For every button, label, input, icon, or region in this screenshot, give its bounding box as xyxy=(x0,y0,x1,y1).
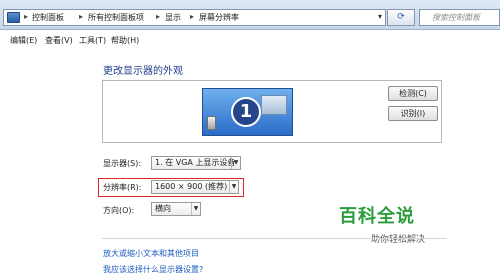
display-label: 显示器(S): xyxy=(103,159,142,168)
breadcrumb-all-items[interactable]: 所有控制面板项 xyxy=(88,12,144,23)
search-input[interactable]: 搜索控制面板 xyxy=(419,9,500,26)
resolution-select-value: 1600 × 900 (推荐) xyxy=(155,182,228,191)
chevron-down-icon[interactable]: ▼ xyxy=(191,203,200,215)
watermark-title: 百科全说 xyxy=(339,206,415,227)
address-bar-area: ▸ 控制面板 ▸ 所有控制面板项 ▸ 显示 ▸ 屏幕分辨率 ▾ ⟳ 搜索控制面板 xyxy=(0,0,500,30)
chevron-down-icon[interactable]: ▼ xyxy=(231,157,240,169)
detect-button[interactable]: 检测(C) xyxy=(388,86,438,101)
monitor-number: 1 xyxy=(231,97,261,127)
breadcrumb-control-panel[interactable]: 控制面板 xyxy=(32,12,64,23)
display-select-value: 1. 在 VGA 上显示设备 xyxy=(155,158,236,167)
breadcrumb-separator-icon[interactable]: ▸ xyxy=(24,12,28,21)
chevron-down-icon[interactable]: ▾ xyxy=(378,12,382,21)
menu-tools[interactable]: 工具(T) xyxy=(79,35,106,46)
resolution-select[interactable]: 1600 × 900 (推荐) ▼ xyxy=(151,180,239,194)
breadcrumb-separator-icon[interactable]: ▸ xyxy=(156,12,160,21)
monitor-preview-panel: 1 检测(C) 识别(I) xyxy=(102,80,442,143)
refresh-button[interactable]: ⟳ xyxy=(387,9,415,26)
text-size-link[interactable]: 放大或缩小文本和其他项目 xyxy=(103,248,199,259)
divider xyxy=(102,238,447,239)
computer-icon xyxy=(207,116,216,130)
control-panel-icon xyxy=(7,12,20,23)
orientation-select[interactable]: 横向 ▼ xyxy=(151,202,201,216)
menu-edit[interactable]: 编辑(E) xyxy=(10,35,37,46)
refresh-icon: ⟳ xyxy=(397,12,405,22)
page-title: 更改显示器的外观 xyxy=(103,66,183,77)
orientation-select-value: 横向 xyxy=(155,204,171,213)
breadcrumb-separator-icon[interactable]: ▸ xyxy=(190,12,194,21)
resolution-label: 分辨率(R): xyxy=(103,183,142,192)
display-settings-help-link[interactable]: 我应该选择什么显示器设置? xyxy=(103,264,203,275)
search-placeholder: 搜索控制面板 xyxy=(432,13,480,22)
breadcrumb-separator-icon[interactable]: ▸ xyxy=(79,12,83,21)
orientation-label: 方向(O): xyxy=(103,206,135,215)
chevron-down-icon[interactable]: ▼ xyxy=(229,181,238,193)
monitor-thumbnail[interactable]: 1 xyxy=(202,88,293,136)
identify-button[interactable]: 识别(I) xyxy=(388,106,438,121)
menu-bar: 编辑(E) 查看(V) 工具(T) 帮助(H) xyxy=(0,34,500,48)
menu-help[interactable]: 帮助(H) xyxy=(111,35,139,46)
window-icon xyxy=(261,95,287,115)
display-select[interactable]: 1. 在 VGA 上显示设备 ▼ xyxy=(151,156,241,170)
breadcrumb-display[interactable]: 显示 xyxy=(165,12,181,23)
address-bar[interactable]: ▸ 控制面板 ▸ 所有控制面板项 ▸ 显示 ▸ 屏幕分辨率 ▾ xyxy=(3,9,386,26)
breadcrumb-screen-resolution[interactable]: 屏幕分辨率 xyxy=(199,12,239,23)
menu-view[interactable]: 查看(V) xyxy=(45,35,73,46)
